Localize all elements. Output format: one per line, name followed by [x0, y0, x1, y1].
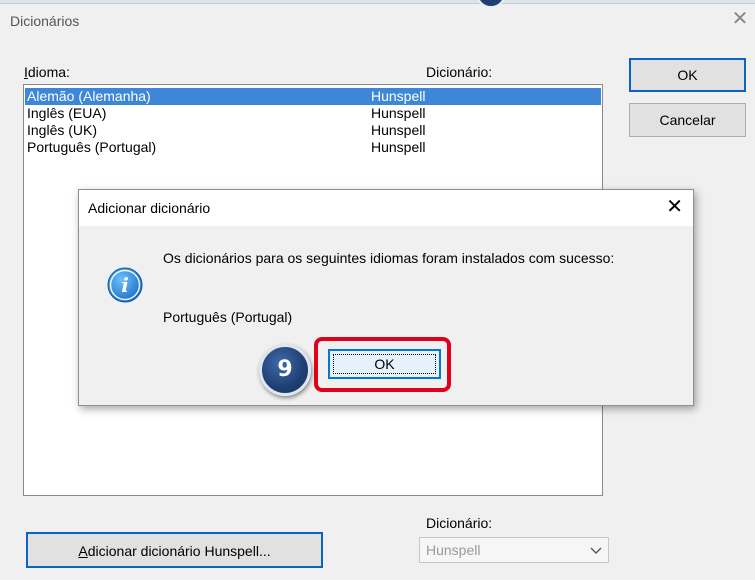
dictionary-select[interactable]: Hunspell	[419, 537, 609, 563]
tutorial-highlight	[314, 337, 451, 392]
installed-language: Português (Portugal)	[163, 309, 293, 325]
add-hunspell-dictionary-button[interactable]: Adicionar dicionário Hunspell...	[26, 532, 323, 568]
svg-text:i: i	[121, 273, 129, 297]
chevron-down-icon	[590, 539, 602, 569]
list-item[interactable]: Alemão (Alemanha) Hunspell	[25, 88, 601, 105]
dictionary-select-value: Hunspell	[426, 542, 481, 558]
language-name: Inglês (UK)	[27, 122, 98, 138]
language-label-rest: dioma:	[27, 64, 70, 80]
dialog-message: Os dicionários para os seguintes idiomas…	[163, 250, 615, 266]
dictionary-name: Hunspell	[371, 139, 426, 155]
dictionary-name: Hunspell	[371, 122, 426, 138]
top-edge	[0, 0, 755, 4]
window-title: Dicionários	[10, 13, 80, 29]
cancel-button[interactable]: Cancelar	[629, 103, 746, 137]
language-column-label: Idioma:	[24, 64, 70, 80]
language-name: Português (Portugal)	[27, 139, 157, 155]
add-button-label: dicionar dicionário Hunspell...	[87, 543, 271, 559]
bottom-dictionary-label: Dicionário:	[426, 515, 493, 531]
add-button-accelerator: A	[78, 543, 88, 559]
previous-step-badge	[476, 0, 506, 8]
list-item[interactable]: Inglês (EUA) Hunspell	[25, 105, 601, 122]
language-name: Alemão (Alemanha)	[27, 88, 151, 104]
step-badge: 9	[259, 344, 311, 396]
ok-button[interactable]: OK	[629, 58, 746, 92]
list-item[interactable]: Inglês (UK) Hunspell	[25, 122, 601, 139]
dialog-close-icon[interactable]: ✕	[666, 196, 683, 218]
dictionary-name: Hunspell	[371, 88, 426, 104]
dialog-titlebar: Adicionar dicionário ✕	[79, 190, 693, 226]
window-close-icon[interactable]: ✕	[729, 8, 751, 30]
dictionary-column-label: Dicionário:	[426, 64, 493, 80]
dictionary-name: Hunspell	[371, 105, 426, 121]
info-icon: i	[106, 266, 144, 304]
language-name: Inglês (EUA)	[27, 105, 107, 121]
list-item[interactable]: Português (Portugal) Hunspell	[25, 139, 601, 156]
dialog-title: Adicionar dicionário	[88, 200, 211, 216]
